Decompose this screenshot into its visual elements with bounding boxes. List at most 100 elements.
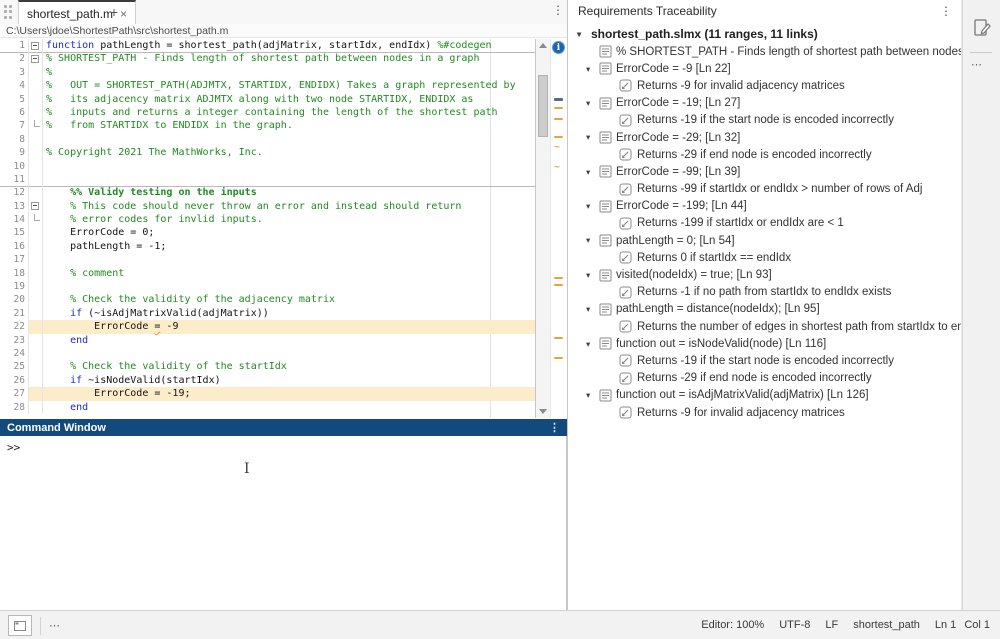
req-link-row[interactable]: Returns -99 if startIdx or endIdx > numb… — [568, 181, 962, 198]
code-text[interactable]: % Check the validity of the adjacency ma… — [43, 293, 535, 306]
code-line[interactable]: 24 — [0, 347, 535, 360]
code-line[interactable]: 20 % Check the validity of the adjacency… — [0, 293, 535, 306]
code-text[interactable]: % OUT = SHORTEST_PATH(ADJMTX, STARTIDX, … — [43, 79, 535, 92]
code-line[interactable]: 3% — [0, 66, 535, 79]
code-line[interactable]: 11 — [0, 173, 535, 186]
code-text[interactable] — [43, 160, 535, 173]
code-line[interactable]: 19 — [0, 280, 535, 293]
collapse-triangle-icon[interactable]: ▾ — [586, 168, 595, 177]
warning-marker-icon[interactable]: ~ — [554, 146, 563, 150]
code-text[interactable]: % SHORTEST_PATH - Finds length of shorte… — [43, 52, 535, 65]
code-area[interactable]: 1function pathLength = shortest_path(adj… — [0, 39, 536, 418]
req-link-row[interactable]: Returns -9 for invalid adjacency matrice… — [568, 404, 962, 421]
fold-gutter[interactable] — [29, 39, 43, 52]
fold-collapse-icon[interactable] — [31, 55, 39, 63]
code-line[interactable]: 7% from STARTIDX to ENDIDX in the graph. — [0, 119, 535, 132]
req-range-row[interactable]: ▾ErrorCode = -29; [Ln 32] — [568, 129, 962, 146]
editor-menu-kebab-icon[interactable]: ⋮ — [550, 3, 566, 21]
command-window-body[interactable]: >> — [0, 436, 567, 610]
code-editor[interactable]: 1function pathLength = shortest_path(adj… — [0, 39, 567, 418]
code-line[interactable]: 12 %% Validy testing on the inputs — [0, 186, 535, 199]
code-text[interactable] — [43, 347, 535, 360]
scrollbar-thumb[interactable] — [538, 75, 548, 137]
code-text[interactable]: ErrorCode = -19; — [43, 387, 535, 400]
code-text[interactable]: end — [43, 334, 535, 347]
collapse-triangle-icon[interactable]: ▾ — [586, 391, 595, 400]
req-range-row[interactable]: ▾ErrorCode = -99; [Ln 39] — [568, 163, 962, 180]
warning-marker-icon[interactable] — [554, 107, 563, 109]
code-line[interactable]: 22 ErrorCode = -9 — [0, 320, 535, 333]
code-text[interactable]: % comment — [43, 267, 535, 280]
code-line[interactable]: 5% its adjacency matrix ADJMTX along wit… — [0, 93, 535, 106]
code-text[interactable]: %% Validy testing on the inputs — [43, 186, 535, 199]
code-text[interactable] — [43, 280, 535, 293]
code-text[interactable]: ErrorCode = -9 — [43, 320, 535, 333]
warning-marker-icon[interactable] — [554, 118, 563, 120]
warning-marker-icon[interactable] — [554, 337, 563, 339]
code-line[interactable]: 2% SHORTEST_PATH - Finds length of short… — [0, 52, 535, 65]
code-text[interactable]: ErrorCode = 0; — [43, 226, 535, 239]
req-range-row[interactable]: ▾pathLength = 0; [Ln 54] — [568, 232, 962, 249]
toolstrip-more-icon[interactable]: ⋯ — [971, 58, 983, 71]
code-text[interactable] — [43, 133, 535, 146]
req-link-row[interactable]: Returns -9 for invalid adjacency matrice… — [568, 77, 962, 94]
status-editor-zoom[interactable]: Editor: 100% — [701, 619, 764, 631]
command-prompt[interactable]: >> — [7, 441, 20, 454]
status-more-icon[interactable]: ⋯ — [49, 619, 61, 632]
new-tab-button[interactable]: + — [104, 3, 124, 21]
scroll-position-marker[interactable] — [554, 98, 563, 101]
req-range-row[interactable]: ▾ErrorCode = -199; [Ln 44] — [568, 198, 962, 215]
requirements-kebab-icon[interactable]: ⋮ — [940, 4, 952, 18]
code-text[interactable]: if (~isAdjMatrixValid(adjMatrix)) — [43, 307, 535, 320]
code-text[interactable]: % from STARTIDX to ENDIDX in the graph. — [43, 119, 535, 132]
fold-collapse-icon[interactable] — [31, 202, 39, 210]
fold-gutter[interactable] — [29, 213, 43, 226]
collapse-triangle-icon[interactable]: ▾ — [586, 202, 595, 211]
code-line[interactable]: 18 % comment — [0, 267, 535, 280]
code-text[interactable]: end — [43, 401, 535, 414]
code-text[interactable]: % its adjacency matrix ADJMTX along with… — [43, 93, 535, 106]
req-range-row[interactable]: ▾ErrorCode = -9 [Ln 22] — [568, 60, 962, 77]
req-link-row[interactable]: Returns 0 if startIdx == endIdx — [568, 249, 962, 266]
code-line[interactable]: 4% OUT = SHORTEST_PATH(ADJMTX, STARTIDX,… — [0, 79, 535, 92]
req-link-row[interactable]: Returns -19 if the start node is encoded… — [568, 352, 962, 369]
code-info-icon[interactable]: i — [552, 41, 565, 54]
collapse-triangle-icon[interactable]: ▾ — [586, 236, 595, 245]
code-text[interactable]: if ~isNodeValid(startIdx) — [43, 374, 535, 387]
warning-marker-icon[interactable] — [554, 357, 563, 359]
collapse-triangle-icon[interactable]: ▾ — [586, 271, 595, 280]
warning-marker-icon[interactable] — [554, 284, 563, 286]
scroll-up-arrow-icon[interactable] — [539, 43, 547, 48]
scroll-down-arrow-icon[interactable] — [539, 409, 547, 414]
code-line[interactable]: 17 — [0, 253, 535, 266]
req-link-row[interactable]: Returns -29 if end node is encoded incor… — [568, 146, 962, 163]
code-line[interactable]: 26 if ~isNodeValid(startIdx) — [0, 374, 535, 387]
code-text[interactable]: % inputs and returns a integer containin… — [43, 106, 535, 119]
document-bar-grip-icon[interactable] — [4, 5, 14, 19]
code-line[interactable]: 1function pathLength = shortest_path(adj… — [0, 39, 535, 52]
collapse-triangle-icon[interactable]: ▾ — [586, 305, 595, 314]
collapse-triangle-icon[interactable]: ▾ — [577, 30, 586, 39]
req-range-row[interactable]: ▾pathLength = distance(nodeIdx); [Ln 95] — [568, 301, 962, 318]
code-line[interactable]: 23 end — [0, 334, 535, 347]
req-range-row[interactable]: ▾function out = isNodeValid(node) [Ln 11… — [568, 335, 962, 352]
code-text[interactable] — [43, 253, 535, 266]
code-line[interactable]: 27 ErrorCode = -19; — [0, 387, 535, 400]
status-function-name[interactable]: shortest_path — [853, 619, 920, 631]
req-link-row[interactable]: Returns -19 if the start node is encoded… — [568, 112, 962, 129]
req-root-row[interactable]: ▾shortest_path.slmx (11 ranges, 11 links… — [568, 25, 962, 43]
req-link-row[interactable]: Returns -199 if startIdx or endIdx are <… — [568, 215, 962, 232]
code-line[interactable]: 21 if (~isAdjMatrixValid(adjMatrix)) — [0, 307, 535, 320]
code-line[interactable]: 9% Copyright 2021 The MathWorks, Inc. — [0, 146, 535, 159]
code-line[interactable]: 15 ErrorCode = 0; — [0, 226, 535, 239]
code-line[interactable]: 25 % Check the validity of the startIdx — [0, 360, 535, 373]
req-link-row[interactable]: Returns -29 if end node is encoded incor… — [568, 370, 962, 387]
panel-layout-button[interactable] — [8, 615, 32, 636]
code-text[interactable]: % error codes for invlid inputs. — [43, 213, 535, 226]
req-range-row[interactable]: ▾ErrorCode = -19; [Ln 27] — [568, 95, 962, 112]
code-line[interactable]: 8 — [0, 133, 535, 146]
annotate-icon[interactable] — [972, 18, 992, 38]
command-window-kebab-icon[interactable]: ⋮ — [549, 421, 560, 434]
code-line[interactable]: 10 — [0, 160, 535, 173]
status-encoding[interactable]: UTF-8 — [779, 619, 810, 631]
